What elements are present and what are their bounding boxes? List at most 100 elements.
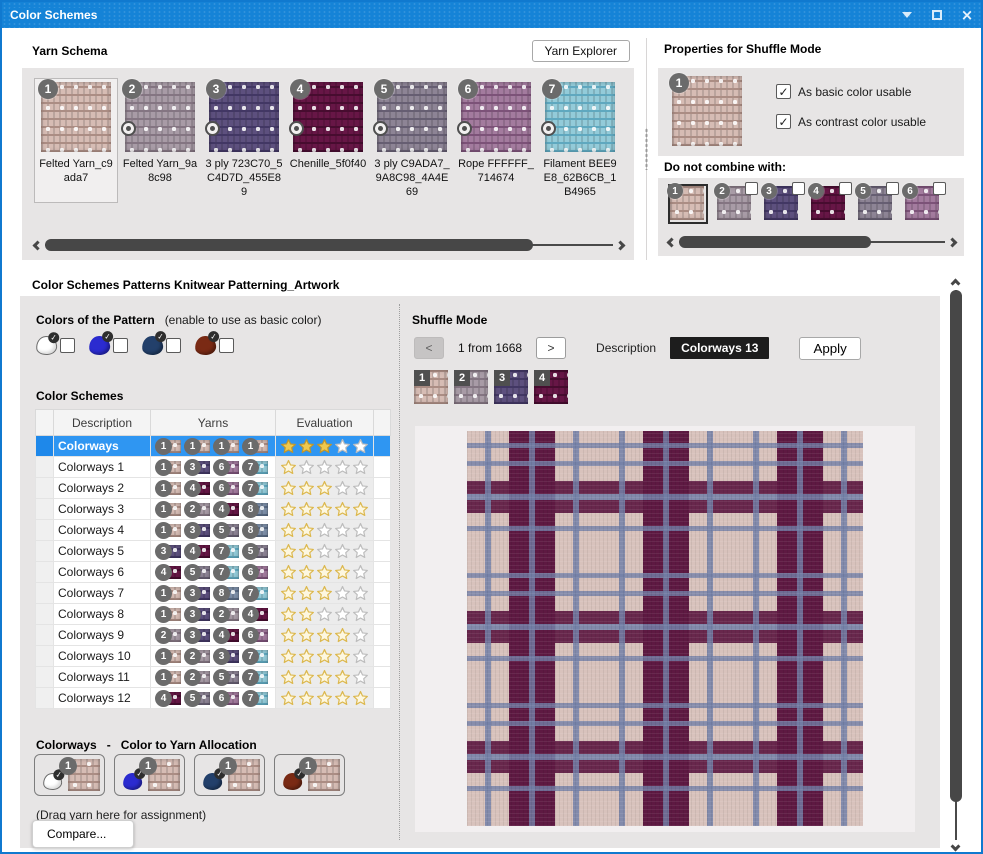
radio-target-icon[interactable] xyxy=(457,121,472,136)
scroll-right-icon[interactable] xyxy=(948,237,958,247)
combine-checkbox[interactable] xyxy=(886,182,899,195)
table-row[interactable]: Colorways 71387 xyxy=(36,583,391,604)
table-row[interactable]: Colorways1111 xyxy=(36,436,391,457)
star-icon xyxy=(316,564,333,581)
shuffle-yarn-4[interactable]: 4 xyxy=(534,370,568,404)
yarn-chip: 3 xyxy=(213,648,239,665)
yarn-item-6[interactable]: 6Rope FFFFFF_714674 xyxy=(454,78,538,203)
row-end-cell xyxy=(374,688,391,709)
apply-button[interactable]: Apply xyxy=(799,337,860,360)
star-rating xyxy=(280,438,369,455)
allocation-chip-1[interactable]: 1 xyxy=(34,754,105,796)
close-button[interactable]: × xyxy=(959,7,975,23)
table-row[interactable]: Colorways 111257 xyxy=(36,667,391,688)
row-select-cell xyxy=(36,541,54,562)
combine-item-5[interactable]: 5 xyxy=(858,186,894,222)
shuffle-yarn-2[interactable]: 2 xyxy=(454,370,488,404)
star-icon xyxy=(334,459,351,476)
contrast-color-checkbox[interactable] xyxy=(776,114,791,129)
scroll-right-icon[interactable] xyxy=(616,240,626,250)
scroll-left-icon[interactable] xyxy=(33,240,43,250)
combine-checkbox[interactable] xyxy=(839,182,852,195)
pattern-preview-panel xyxy=(415,426,915,832)
table-row[interactable]: Colorways 41358 xyxy=(36,520,391,541)
yarn-chip-number: 1 xyxy=(155,585,172,602)
yarn-item-7[interactable]: 7Filament BEE9E8_62B6CB_1B4965 xyxy=(538,78,622,203)
combine-item-4[interactable]: 4 xyxy=(811,186,847,222)
panel-splitter[interactable] xyxy=(646,38,647,260)
allocation-chip-3[interactable]: 1 xyxy=(194,754,265,796)
scroll-down-icon[interactable] xyxy=(951,842,961,852)
yarn-item-2[interactable]: 2Felted Yarn_9a8c98 xyxy=(118,78,202,203)
combine-item-3[interactable]: 3 xyxy=(764,186,800,222)
yarn-list: 1Felted Yarn_c9ada72Felted Yarn_9a8c9833… xyxy=(22,68,634,203)
combine-checkbox[interactable] xyxy=(792,182,805,195)
table-row[interactable]: Colorways 81324 xyxy=(36,604,391,625)
table-row[interactable]: Colorways 101237 xyxy=(36,646,391,667)
star-icon xyxy=(280,648,297,665)
combine-item-6[interactable]: 6 xyxy=(905,186,941,222)
compare-button[interactable]: Compare... xyxy=(32,820,134,848)
next-button[interactable]: > xyxy=(536,337,566,359)
radio-target-icon[interactable] xyxy=(289,121,304,136)
yarn-chip: 4 xyxy=(184,543,210,560)
basic-color-checkbox[interactable] xyxy=(776,84,791,99)
shuffle-yarn-1[interactable]: 1 xyxy=(414,370,448,404)
table-row[interactable]: Colorways 53475 xyxy=(36,541,391,562)
radio-target-icon[interactable] xyxy=(205,121,220,136)
yarn-item-5[interactable]: 53 ply C9ADA7_9A8C98_4A4E69 xyxy=(370,78,454,203)
star-icon xyxy=(334,627,351,644)
radio-target-icon[interactable] xyxy=(373,121,388,136)
yarn-chip: 6 xyxy=(242,564,268,581)
scrollbar-thumb[interactable] xyxy=(950,290,962,802)
yarn-number-badge: 2 xyxy=(122,79,142,99)
star-icon xyxy=(298,438,315,455)
pattern-color-checkbox[interactable] xyxy=(219,338,234,353)
table-row[interactable]: Colorways 11367 xyxy=(36,457,391,478)
allocation-chip-2[interactable]: 1 xyxy=(114,754,185,796)
yarn-number-badge: 3 xyxy=(761,183,777,199)
yarn-label: 3 ply 723C70_5C4D7D_455E89 xyxy=(205,157,283,199)
pattern-colors-hint: (enable to use as basic color) xyxy=(165,313,322,327)
yarn-item-4[interactable]: 4Chenille_5f0f40 xyxy=(286,78,370,203)
table-row[interactable]: Colorways 21467 xyxy=(36,478,391,499)
yarn-chip: 5 xyxy=(242,543,268,560)
pattern-color-checkbox[interactable] xyxy=(166,338,181,353)
radio-target-icon[interactable] xyxy=(121,121,136,136)
star-rating xyxy=(280,501,369,518)
shuffle-yarn-3[interactable]: 3 xyxy=(494,370,528,404)
table-row[interactable]: Colorways 124567 xyxy=(36,688,391,709)
star-icon xyxy=(316,648,333,665)
combine-checkbox[interactable] xyxy=(933,182,946,195)
row-evaluation xyxy=(276,688,374,709)
star-icon xyxy=(280,606,297,623)
window-menu-button[interactable] xyxy=(899,7,915,23)
yarn-item-1[interactable]: 1Felted Yarn_c9ada7 xyxy=(34,78,118,203)
combine-checkbox[interactable] xyxy=(745,182,758,195)
radio-target-icon[interactable] xyxy=(541,121,556,136)
scrollbar-thumb[interactable] xyxy=(45,239,533,251)
pattern-color-checkbox[interactable] xyxy=(113,338,128,353)
yarn-explorer-button[interactable]: Yarn Explorer xyxy=(532,40,630,62)
yarn-swatch: 4 xyxy=(293,82,363,152)
combine-item-2[interactable]: 2 xyxy=(717,186,753,222)
maximize-button[interactable] xyxy=(929,7,945,23)
yarn-chip-number: 1 xyxy=(155,522,172,539)
scrollbar-thumb[interactable] xyxy=(679,236,871,248)
row-description: Colorways 10 xyxy=(54,646,151,667)
row-yarns: 1237 xyxy=(151,646,276,667)
scroll-left-icon[interactable] xyxy=(667,237,677,247)
yarn-chip-number: 3 xyxy=(184,606,201,623)
table-row[interactable]: Colorways 92346 xyxy=(36,625,391,646)
table-row[interactable]: Colorways 31248 xyxy=(36,499,391,520)
yarn-chip-number: 4 xyxy=(213,501,230,518)
star-icon xyxy=(352,543,369,560)
allocation-chip-4[interactable]: 1 xyxy=(274,754,345,796)
description-value[interactable]: Colorways 13 xyxy=(670,337,769,359)
yarn-item-3[interactable]: 33 ply 723C70_5C4D7D_455E89 xyxy=(202,78,286,203)
combine-item-1[interactable]: 1 xyxy=(670,186,706,222)
pattern-color-checkbox[interactable] xyxy=(60,338,75,353)
prev-button[interactable]: < xyxy=(414,337,444,359)
scroll-up-icon[interactable] xyxy=(951,279,961,289)
table-row[interactable]: Colorways 64576 xyxy=(36,562,391,583)
